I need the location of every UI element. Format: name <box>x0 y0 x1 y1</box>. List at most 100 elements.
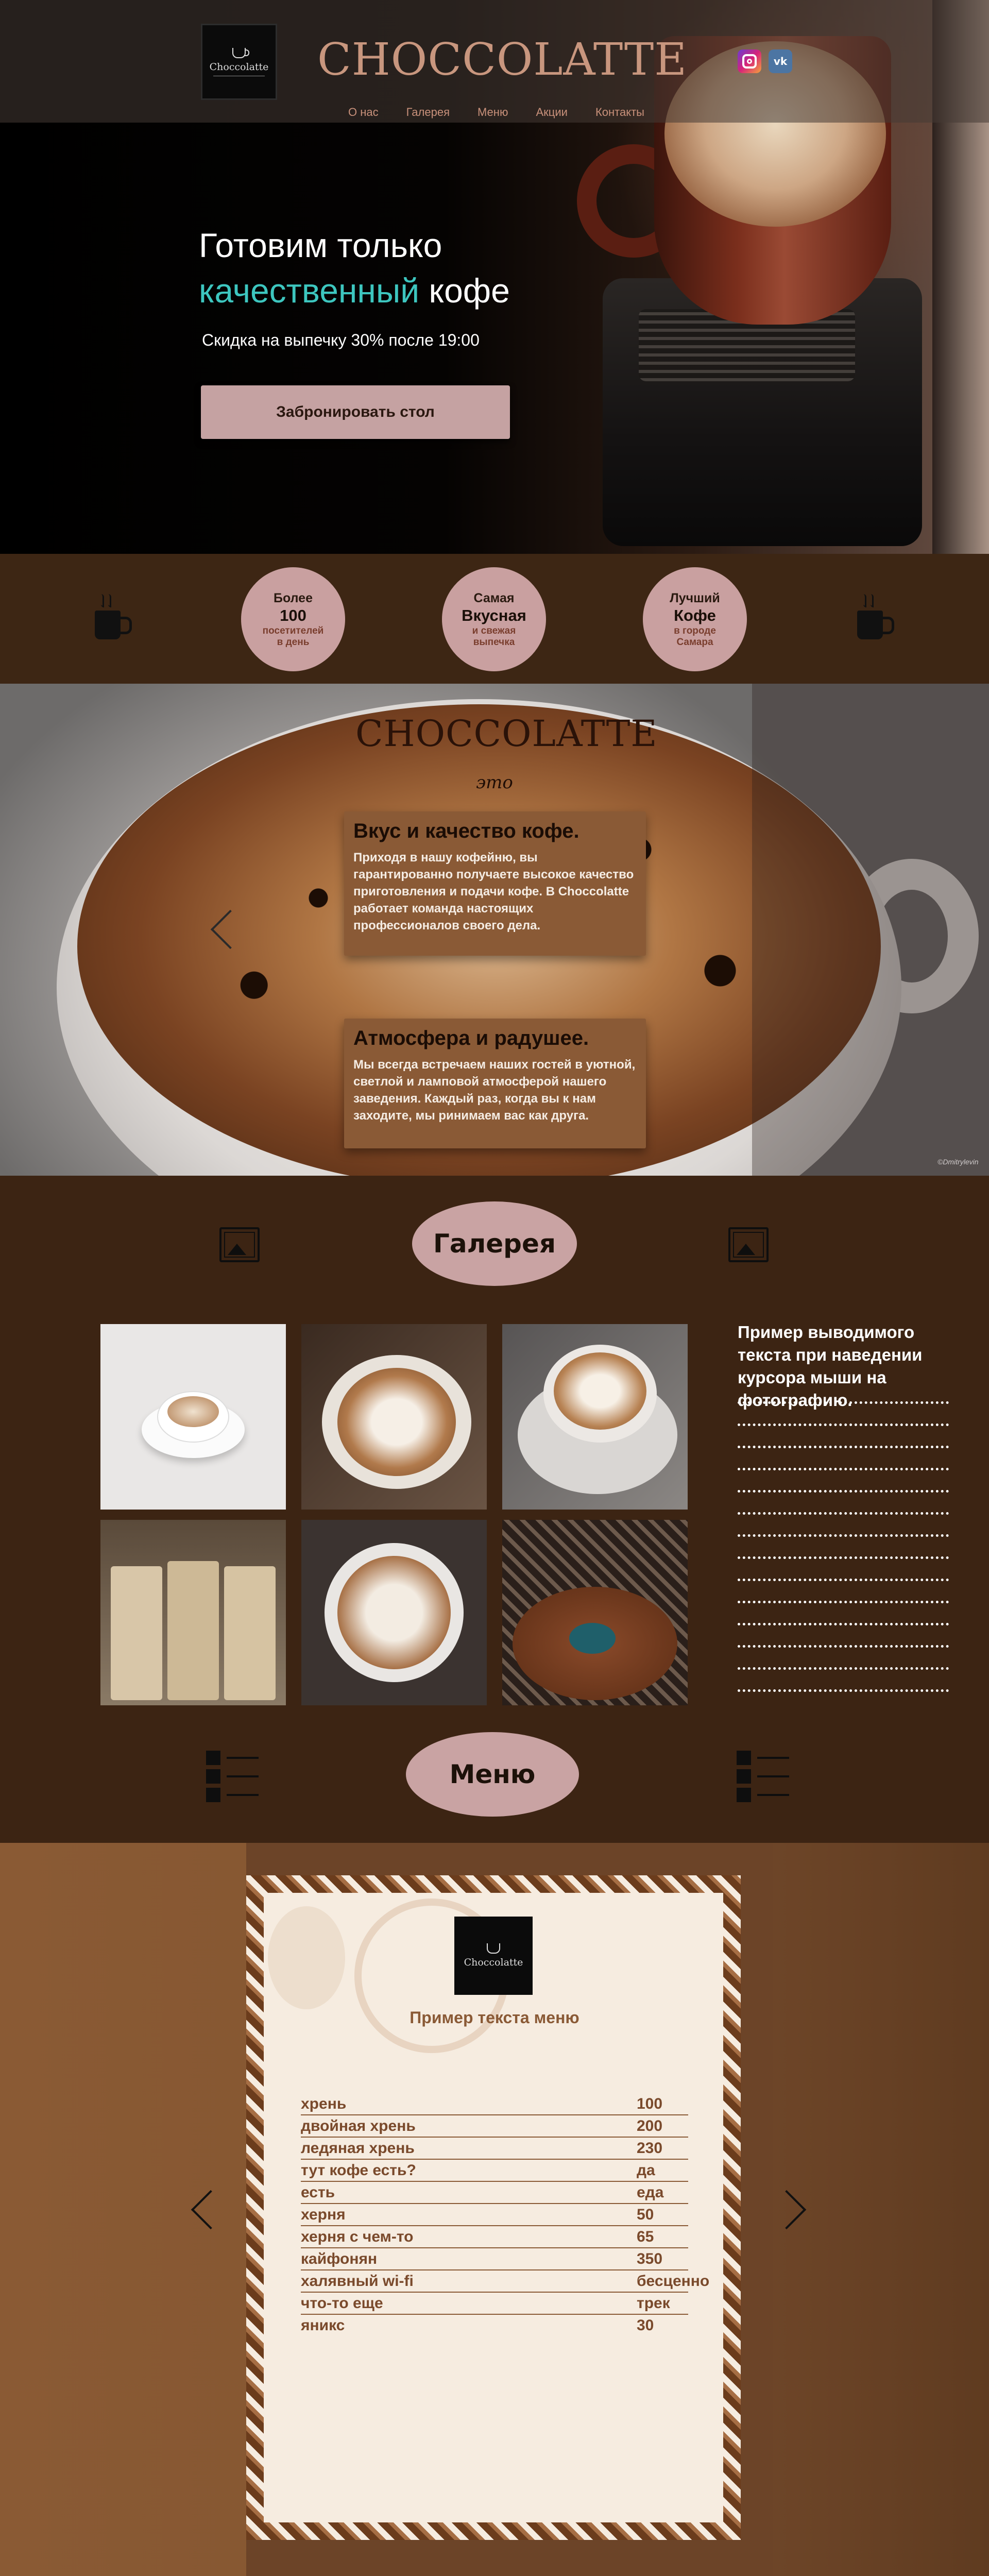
menu-item-name: херня <box>301 2206 346 2223</box>
placeholder-line <box>738 1601 949 1603</box>
menu-card-title: Пример текста меню <box>410 2008 579 2027</box>
feature-visitors: Более 100 посетителей в день <box>241 567 345 671</box>
menu-item-name: что-то еще <box>301 2295 383 2312</box>
menu-item-price: 65 <box>637 2228 654 2245</box>
feature-pastry: Самая Вкусная и свежая выпечка <box>442 567 546 671</box>
gallery-photo-latte-art-bear[interactable] <box>301 1324 487 1510</box>
about-card-title: Атмосфера и радушее. <box>353 1027 589 1049</box>
about-brand-title: CHOCCOLATTE <box>355 713 658 755</box>
feature-small: и свежая выпечка <box>472 625 516 648</box>
placeholder-line <box>738 1556 949 1559</box>
coffee-mug-icon <box>853 594 894 646</box>
placeholder-line <box>738 1645 949 1648</box>
nav-item-gallery[interactable]: Галерея <box>406 106 450 119</box>
gallery-photo-cafe-table[interactable] <box>502 1520 688 1705</box>
nav-item-about[interactable]: О нас <box>348 106 379 119</box>
feature-big: Кофе <box>674 606 716 624</box>
site-logo[interactable]: Choccolatte <box>201 24 277 100</box>
menu-item-name: ледяная хрень <box>301 2140 415 2157</box>
menu-title: Меню <box>406 1732 579 1817</box>
features-section: Более 100 посетителей в день Самая Вкусн… <box>0 554 989 684</box>
placeholder-line <box>738 1667 949 1670</box>
placeholder-line <box>738 1423 949 1426</box>
menu-item: двойная хрень 200 <box>301 2115 688 2138</box>
placeholder-line <box>738 1446 949 1448</box>
gallery-title: Галерея <box>412 1201 577 1286</box>
about-tagline: это <box>476 772 513 793</box>
menu-item-price: да <box>637 2162 655 2179</box>
placeholder-line <box>738 1579 949 1581</box>
menu-item: есть еда <box>301 2182 688 2204</box>
menu-item: херня 50 <box>301 2204 688 2226</box>
feature-small: в городе Самара <box>674 625 716 648</box>
about-card-text: Мы всегда встречаем наших гостей в уютно… <box>353 1058 636 1123</box>
menu-item-price: 30 <box>637 2317 654 2334</box>
brand-title: CHOCCOLATTE <box>317 34 688 86</box>
hero-section: Choccolatte CHOCCOLATTE vk О нас Галерея… <box>0 0 989 554</box>
placeholder-line <box>738 1689 949 1692</box>
menu-logo: Choccolatte <box>454 1917 533 1995</box>
book-table-button[interactable]: Забронировать стол <box>201 385 510 439</box>
about-card-atmosphere: Атмосфера и радушее. Мы всегда встречаем… <box>344 1019 646 1148</box>
nav-item-menu[interactable]: Меню <box>478 106 508 119</box>
menu-logo-text: Choccolatte <box>464 1957 523 1968</box>
nav-item-promotions[interactable]: Акции <box>536 106 567 119</box>
menu-item-price: трек <box>637 2295 670 2312</box>
gallery-photo-latte-cup[interactable] <box>100 1324 286 1510</box>
placeholder-line <box>738 1534 949 1537</box>
feature-big: Вкусная <box>462 606 526 624</box>
photo-credit: ©Dmitrylevin <box>937 1158 979 1166</box>
feature-top: Лучший <box>670 590 720 605</box>
menu-item: хрень 100 <box>301 2093 688 2115</box>
gallery-photo-coffee-bags[interactable] <box>100 1520 286 1705</box>
menu-item: херня с чем-то 65 <box>301 2226 688 2248</box>
feature-top: Более <box>274 590 313 605</box>
menu-item: халявный wi-fi бесценно <box>301 2270 709 2293</box>
cup-icon <box>487 1943 500 1954</box>
placeholder-line <box>738 1490 949 1493</box>
instagram-icon[interactable] <box>738 49 761 73</box>
menu-item: тут кофе есть? да <box>301 2160 688 2182</box>
menu-item-price: еда <box>637 2184 664 2201</box>
menu-item: ледяная хрень 230 <box>301 2138 688 2160</box>
hero-subtitle: Скидка на выпечку 30% после 19:00 <box>202 331 480 349</box>
feature-top: Самая <box>473 590 515 605</box>
menu-item: кайфонян 350 <box>301 2248 688 2270</box>
coffee-mug-icon <box>91 594 132 646</box>
menu-item-price: 100 <box>637 2095 663 2112</box>
menu-item-name: есть <box>301 2184 335 2201</box>
nav-item-contacts[interactable]: Контакты <box>595 106 644 119</box>
placeholder-line <box>738 1623 949 1625</box>
menu-item-name: херня с чем-то <box>301 2228 414 2245</box>
gallery-photo-latte-bear-saucer[interactable] <box>502 1324 688 1510</box>
feature-coffee: Лучший Кофе в городе Самара <box>643 567 747 671</box>
cup-icon <box>232 47 249 58</box>
vk-icon[interactable]: vk <box>769 49 792 73</box>
main-nav: О нас Галерея Меню Акции Контакты <box>348 106 644 119</box>
menu-item-price: 50 <box>637 2206 654 2223</box>
feature-small: посетителей в день <box>262 625 324 648</box>
about-card-text: Приходя в нашу кофейню, вы гарантированн… <box>353 851 634 933</box>
placeholder-line <box>738 1401 949 1404</box>
about-section: CHOCCOLATTE это Вкус и качество кофе. Пр… <box>0 684 989 1176</box>
menu-item-name: хрень <box>301 2095 347 2112</box>
menu-item-name: халявный wi-fi <box>301 2273 414 2290</box>
checklist-icon <box>737 1751 790 1802</box>
menu-item: что-то еще трек <box>301 2293 688 2315</box>
hero-title-rest: кофе <box>429 272 510 310</box>
placeholder-line <box>738 1468 949 1470</box>
menu-item-name: яникс <box>301 2317 345 2334</box>
menu-item-name: кайфонян <box>301 2250 378 2267</box>
logo-text: Choccolatte <box>209 61 269 73</box>
menu-item-name: двойная хрень <box>301 2117 416 2134</box>
menu-item-name: тут кофе есть? <box>301 2162 416 2179</box>
hero-title-accent: качественный <box>199 272 420 310</box>
menu-item-price: 350 <box>637 2250 663 2267</box>
hero-title: Готовим только качественный кофе <box>199 223 510 313</box>
hero-title-line1: Готовим только <box>199 226 442 264</box>
picture-icon <box>728 1227 769 1262</box>
about-card-title: Вкус и качество кофе. <box>353 820 579 842</box>
menu-item-price: 230 <box>637 2140 663 2157</box>
menu-item: яникс 30 <box>301 2315 688 2337</box>
gallery-photo-latte-art-minion[interactable] <box>301 1520 487 1705</box>
